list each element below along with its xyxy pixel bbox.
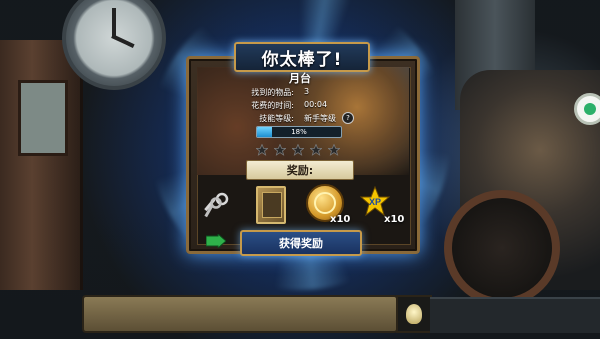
- inventory-bar: [82, 295, 398, 333]
- star-rating: [256, 144, 340, 156]
- lightbulb-icon: [406, 304, 422, 324]
- scene-name: 月台: [289, 72, 311, 85]
- star-icon: [328, 144, 340, 156]
- background-door: [0, 40, 83, 290]
- stat-value: 3: [304, 87, 310, 96]
- collect-rewards-button[interactable]: 获得奖励: [240, 230, 362, 256]
- help-icon[interactable]: ?: [342, 112, 354, 124]
- star-icon: [274, 144, 286, 156]
- title-plaque: 你太棒了!: [234, 42, 370, 72]
- progress-label: 18%: [291, 128, 307, 136]
- stat-items-found: 找到的物品: 3: [232, 87, 372, 99]
- bottom-right-panel: [430, 297, 600, 333]
- star-icon: [292, 144, 304, 156]
- hint-bulb-button[interactable]: [396, 295, 432, 333]
- keys-icon: [202, 192, 230, 220]
- stat-time-spent: 花费的时间: 00:04: [232, 100, 372, 112]
- rewards-header-label: 奖励:: [286, 164, 314, 177]
- reward-list: x10 XP x10: [196, 184, 408, 226]
- xp-star-icon: XP: [359, 185, 391, 217]
- svg-text:XP: XP: [369, 197, 381, 207]
- rewards-header: 奖励:: [246, 160, 354, 180]
- door-window: [18, 80, 68, 156]
- coins-quantity: x10: [330, 214, 351, 225]
- stat-label: 技能等级:: [259, 114, 294, 123]
- collect-rewards-label: 获得奖励: [279, 237, 323, 250]
- stat-label: 花费的时间:: [251, 101, 294, 110]
- xp-quantity: x10: [384, 214, 405, 225]
- game-screen: 你太棒了! 月台 找到的物品: 3 花费的时间: 00:04 技能等级: 新手等…: [0, 0, 600, 339]
- stat-value: 新手等级: [304, 114, 336, 123]
- dialog-title: 你太棒了!: [261, 49, 343, 70]
- arrow-right-icon: [206, 234, 226, 248]
- hint-icon[interactable]: [574, 93, 600, 125]
- background-wheel: [444, 190, 560, 306]
- skill-progress-bar: 18%: [256, 126, 342, 138]
- star-icon: [256, 144, 268, 156]
- stat-value: 00:04: [304, 100, 328, 109]
- book-icon: [256, 186, 286, 224]
- star-icon: [310, 144, 322, 156]
- stat-label: 找到的物品:: [251, 88, 294, 97]
